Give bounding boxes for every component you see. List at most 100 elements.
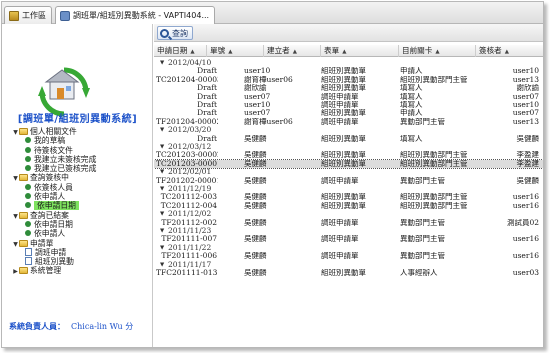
cell-signer: 測試員02	[506, 218, 539, 227]
cell-creator: 吳健麟	[244, 176, 267, 185]
group-row[interactable]: ▼ 2011/12/19	[154, 184, 543, 193]
sort-arrow-icon: ▲	[292, 49, 298, 55]
group-row[interactable]: ▼ 2012/04/10	[154, 58, 543, 67]
column-header-stage[interactable]: 目前關卡 ▲	[399, 45, 476, 57]
cell-creator: 吳健麟	[244, 252, 267, 261]
document-icon	[25, 247, 32, 256]
group-toggle-icon[interactable]: ▼	[160, 59, 164, 67]
collapse-arrow-icon[interactable]: ▶	[12, 267, 19, 276]
leaf-dot-icon	[25, 220, 31, 227]
cell-number: TC201204-00003	[156, 75, 218, 84]
table-row[interactable]: Draft user10 調班申請單 填寫人 user10	[154, 101, 543, 109]
tree-folder-closed[interactable]: ▼ 查詢已結案	[12, 211, 152, 220]
column-header-signer[interactable]: 簽核者 ▲	[476, 45, 543, 57]
table-row[interactable]: TF201202-00001 吳健麟 調班申請單 異動部門主管 吳健麟	[154, 176, 543, 185]
group-toggle-icon[interactable]: ▼	[160, 244, 164, 252]
cell-form: 組班別異動單	[321, 84, 366, 93]
tree-item-created-unsigned[interactable]: 我建立未簽核完成	[12, 155, 152, 164]
group-row[interactable]: ▼ 2011/11/23	[154, 226, 543, 235]
cell-number: Draft	[197, 84, 217, 93]
table-row[interactable]: Draft 吳健麟 組班別異動單 填寫人 吳健麟	[154, 134, 543, 143]
folder-icon	[19, 128, 28, 135]
table-row[interactable]: TC201112-004 吳健麟 組班別異動單 組班別異動部門主管 user16	[154, 202, 543, 210]
table-row[interactable]: TF201112-002 吳健麟 調班申請單 異動部門主管 測試員02	[154, 218, 543, 227]
main-view: 查詢 申請日期 ▲ 單號 ▲ 建立者 ▲ 表單 ▲ 目前關卡 ▲ 簽核者 ▲ ▼ 2012/0…	[154, 24, 543, 347]
column-header-number[interactable]: 單號 ▲	[207, 45, 264, 57]
tree-item-my-drafts[interactable]: 我的草稿	[12, 136, 152, 145]
tab-shift-system[interactable]: 調班單/組班別異動系統 - VAPTI404... ✕	[55, 6, 215, 24]
cell-signer: 吳健麟	[516, 176, 540, 185]
tree-folder-in-progress[interactable]: ▼ 查詢簽核中	[12, 173, 152, 182]
table-row[interactable]: TC201112-003 吳健麟 組班別異動單 組班別異動部門主管 user16	[154, 193, 543, 201]
cell-form: 調班申請單	[321, 101, 359, 109]
group-toggle-icon[interactable]: ▼	[160, 168, 164, 176]
leaf-dot-icon	[25, 202, 31, 209]
group-row[interactable]: ▼ 2012/03/20	[154, 125, 543, 134]
tree-item-closed-by-date[interactable]: 依申請日期	[12, 220, 152, 229]
group-date: 2012/04/10	[168, 58, 212, 67]
cell-form: 調班申請單	[321, 92, 359, 101]
cell-form: 組班別異動單	[321, 109, 366, 118]
column-header-creator[interactable]: 建立者 ▲	[264, 45, 321, 57]
cell-form: 組班別異動單	[321, 269, 366, 277]
group-row[interactable]: ▼ 2011/11/17	[154, 260, 543, 269]
group-toggle-icon[interactable]: ▼	[160, 227, 164, 235]
nav-tree: ▼ 個人相關文件 我的草稿 待簽核文件 我建立未簽核完成 我建立已簽核完成 ▼ 查詢…	[12, 127, 152, 276]
cell-signer: 謝欣諭	[516, 84, 540, 93]
table-row[interactable]: TC201203-00002 吳健麟 組班別異動單 組班別異動部門主管 李盈建	[154, 151, 543, 160]
grid-header: 申請日期 ▲ 單號 ▲ 建立者 ▲ 表單 ▲ 目前關卡 ▲ 簽核者 ▲	[154, 45, 543, 57]
table-row[interactable]: TFC201111-013 吳健麟 組班別異動單 人事經辦人 user03	[154, 269, 543, 277]
group-toggle-icon[interactable]: ▼	[160, 143, 164, 151]
cell-stage: 申請人	[400, 109, 423, 118]
cell-signer: 吳健麟	[516, 134, 540, 143]
table-row[interactable]: Draft user07 組班別異動單 申請人 user07	[154, 109, 543, 118]
group-row[interactable]: ▼ 2011/12/02	[154, 209, 543, 218]
tree-item-pending[interactable]: 待簽核文件	[12, 146, 152, 155]
tab-workspace-label: 工作區	[22, 11, 46, 20]
group-toggle-icon[interactable]: ▼	[160, 185, 164, 193]
tree-folder-forms[interactable]: ▼ 申請單	[12, 239, 152, 248]
cell-form: 調班申請單	[321, 235, 359, 244]
cell-number: TFC201111-013	[156, 269, 218, 277]
system-owner-name[interactable]: Chica-lin Wu 分	[71, 322, 133, 331]
table-row[interactable]: Draft 謝欣諭 組班別異動單 填寫人 謝欣諭	[154, 84, 543, 93]
cell-number: Draft	[197, 109, 217, 118]
cell-signer: user13	[512, 117, 539, 126]
table-row[interactable]: TC201204-00003 謝育樺user06 組班別異動單 組班別異動部門主管 us…	[154, 75, 543, 84]
table-row[interactable]: TF201111-007 吳健麟 調班申請單 異動部門主管 user16	[154, 235, 543, 244]
tree-folder-personal[interactable]: ▼ 個人相關文件	[12, 127, 152, 136]
column-header-date[interactable]: 申請日期 ▲	[154, 45, 207, 57]
column-header-form[interactable]: 表單 ▲	[321, 45, 399, 57]
close-icon[interactable]: ✕	[209, 11, 214, 20]
cell-creator: user10	[244, 101, 271, 109]
group-row[interactable]: ▼ 2011/11/22	[154, 243, 543, 252]
cell-signer: user16	[512, 235, 539, 244]
tree-item-closed-by-applicant[interactable]: 依申請人	[12, 229, 152, 238]
cell-creator: user07	[244, 92, 271, 101]
cell-signer: user10	[512, 67, 539, 76]
cell-stage: 異動部門主管	[400, 117, 445, 126]
cell-signer: 李盈建	[516, 151, 540, 160]
tree-item-by-applicant[interactable]: 依申請人	[12, 192, 152, 201]
table-row[interactable]: Draft user07 調班申請單 填寫人 user07	[154, 92, 543, 101]
cell-signer: user10	[512, 101, 539, 109]
group-row[interactable]: ▼ 2012/03/12	[154, 142, 543, 151]
group-toggle-icon[interactable]: ▼	[160, 261, 164, 269]
table-row[interactable]: TC201203-00001 吳健麟 組班別異動單 組班別異動部門主管 李盈建	[154, 158, 543, 170]
tree-folder-admin[interactable]: ▶ 系統管理	[12, 266, 152, 275]
tree-item-by-signer[interactable]: 依簽核人員	[12, 183, 152, 192]
cell-stage: 異動部門主管	[400, 235, 445, 244]
group-row[interactable]: ▼ 2012/02/01	[154, 167, 543, 176]
group-toggle-icon[interactable]: ▼	[160, 126, 164, 134]
tree-item-by-date-selected[interactable]: 依申請日期	[12, 201, 152, 211]
system-owner-label: 系統負責人員：	[9, 321, 65, 331]
table-row[interactable]: Draft user10 組班別異動單 申請人 user10	[154, 67, 543, 76]
table-row[interactable]: TF201204-00002 謝育樺user06 調班申請單 異動部門主管 user13	[154, 117, 543, 126]
tree-item-shift-application[interactable]: 調班申請	[12, 247, 152, 257]
tab-workspace[interactable]: 工作區	[4, 6, 52, 24]
cell-form: 組班別異動單	[321, 151, 366, 160]
query-button[interactable]: 查詢	[157, 26, 193, 40]
group-toggle-icon[interactable]: ▼	[160, 210, 164, 218]
table-row[interactable]: TF201111-006 吳健麟 調班申請單 異動部門主管 user16	[154, 252, 543, 261]
cell-form: 組班別異動單	[321, 67, 366, 76]
